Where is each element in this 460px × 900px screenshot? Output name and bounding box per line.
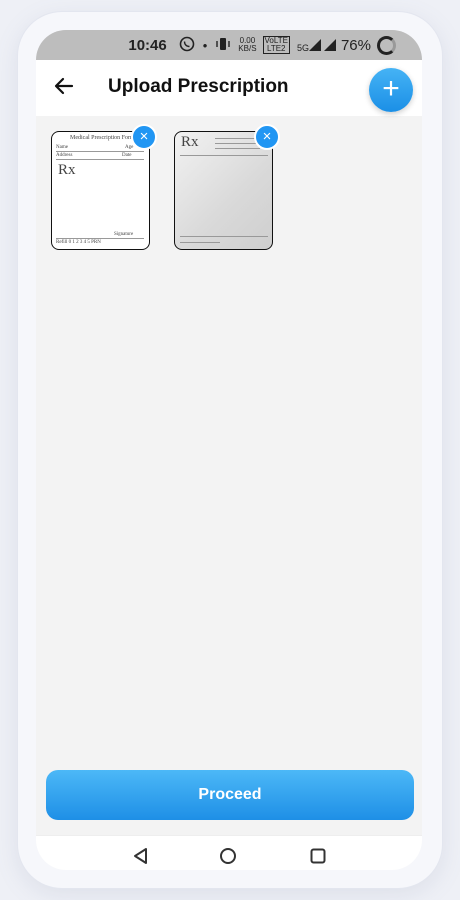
form-signature-label: Signature [114,232,134,237]
screen: 10:46 • 0.00 KB/S VoLTE LTE2 5G 76% Upload… [36,30,422,870]
form-line [215,148,260,149]
app-bar: Upload Prescription + [36,60,422,116]
form-line [180,242,220,243]
form-line [56,238,144,239]
form-line [215,143,260,144]
rx-symbol: Rx [58,162,76,178]
battery-percent: 76% [340,36,371,54]
prescription-thumbnail[interactable]: Medical Prescription Form Name Age Addre… [51,124,157,250]
back-arrow-icon[interactable] [52,74,76,98]
status-time: 10:46 [128,36,167,54]
nav-home-icon[interactable] [218,846,238,866]
nav-recents-icon[interactable] [308,846,328,866]
form-refill-label: Refill 0 1 2 3 4 5 PRN [56,240,101,245]
form-age-label: Age [125,145,134,150]
signal-icon: 5G [297,37,337,53]
nav-back-icon[interactable] [131,846,151,866]
notification-dot: • [202,37,208,53]
volte-indicator: VoLTE LTE2 [262,36,290,54]
form-address-label: Address [56,153,73,158]
prescription-thumbnail[interactable]: Rx × [174,124,280,250]
network-speed: 0.00 KB/S [238,36,257,53]
form-line [180,155,268,156]
form-date-label: Date [122,153,132,158]
remove-prescription-button[interactable]: × [254,124,280,150]
battery-icon [377,35,396,55]
form-name-label: Name [56,145,68,150]
page-title: Upload Prescription [108,76,289,97]
form-line [56,151,144,152]
remove-prescription-button[interactable]: × [131,124,157,150]
rx-symbol: Rx [181,134,199,150]
system-nav-bar [36,835,422,870]
prescription-image: Rx [175,132,272,249]
vibrate-icon [215,37,231,54]
form-heading: Medical Prescription Form [70,135,135,141]
proceed-button[interactable]: Proceed [46,770,414,820]
prescription-image: Medical Prescription Form Name Age Addre… [52,132,149,249]
add-prescription-button[interactable]: + [369,68,413,112]
form-line [180,236,268,237]
whatsapp-icon [179,36,195,55]
status-bar: 10:46 • 0.00 KB/S VoLTE LTE2 5G 76% [36,30,422,60]
form-line [56,159,144,160]
prescription-list: Medical Prescription Form Name Age Addre… [36,116,422,780]
